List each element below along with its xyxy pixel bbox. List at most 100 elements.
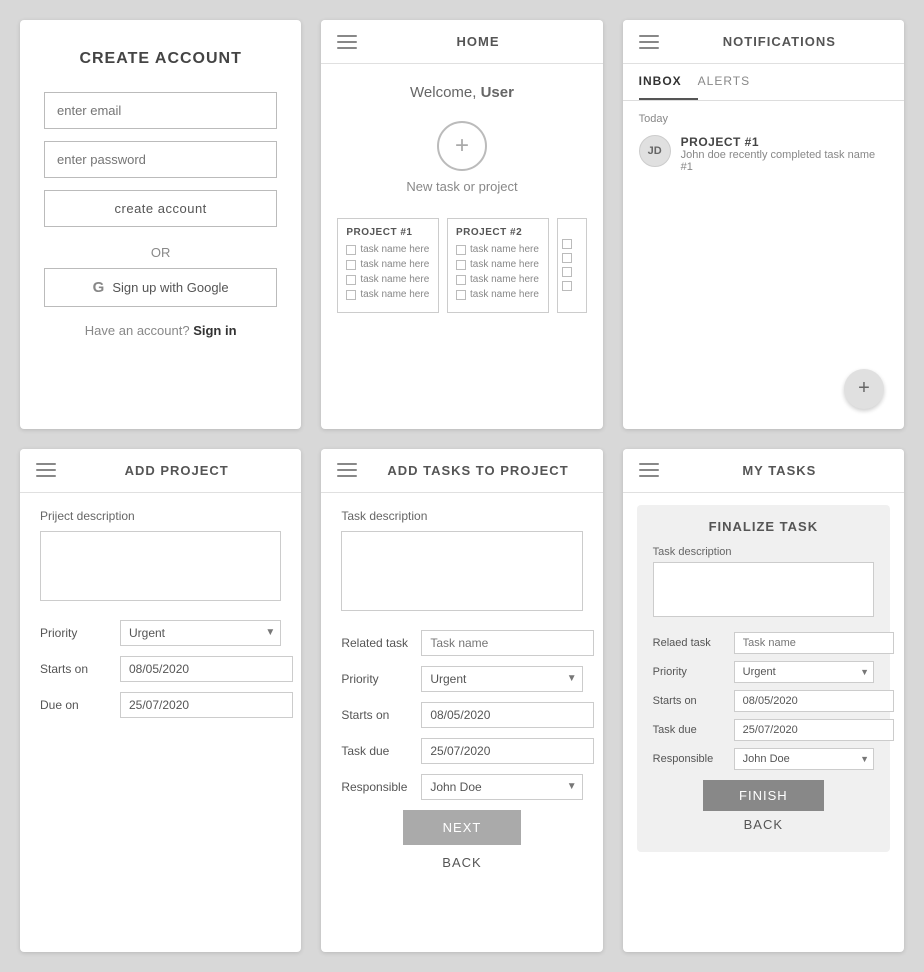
notification-title: PROJECT #1: [681, 135, 888, 149]
project-description-textarea[interactable]: [40, 531, 281, 601]
create-account-screen: CREATE ACCOUNT create account OR G Sign …: [20, 20, 301, 429]
priority-select[interactable]: Urgent High Normal Low: [120, 620, 281, 646]
email-input[interactable]: [44, 92, 277, 129]
responsible-select-wrapper: John Doe Jane Doe ▼: [734, 748, 874, 770]
notification-body: Today JD PROJECT #1 John doe recently co…: [623, 113, 904, 173]
responsible-select-wrapper: John Doe Jane Doe ▼: [421, 774, 582, 800]
home-title: HOME: [369, 34, 586, 49]
task-item: task name here: [346, 244, 430, 255]
priority-select-wrapper: Urgent High Normal ▼: [734, 661, 874, 683]
google-icon: G: [93, 279, 105, 296]
task-due-label: Task due: [653, 724, 728, 736]
menu-icon[interactable]: [36, 463, 56, 477]
menu-icon[interactable]: [639, 463, 659, 477]
starts-on-label: Starts on: [341, 708, 421, 722]
alerts-tab[interactable]: ALERTS: [698, 64, 766, 100]
task-item: task name here: [456, 274, 540, 285]
responsible-row: Responsible John Doe Jane Doe ▼: [653, 748, 874, 770]
sign-in-link[interactable]: Sign in: [193, 323, 236, 338]
due-on-label: Due on: [40, 698, 120, 712]
task-due-label: Task due: [341, 744, 421, 758]
or-divider: OR: [44, 245, 277, 260]
priority-select[interactable]: Urgent High Normal: [421, 666, 582, 692]
task-item: task name here: [456, 259, 540, 270]
add-project-header: ADD PROJECT: [20, 449, 301, 493]
have-account-text: Have an account?: [85, 323, 190, 338]
home-screen: HOME Welcome, User + New task or project…: [321, 20, 602, 429]
finalize-card: FINALIZE TASK Task description Relaed ta…: [637, 505, 890, 852]
google-signup-button[interactable]: G Sign up with Google: [44, 268, 277, 307]
priority-row: Priority Urgent High Normal ▼: [341, 666, 582, 692]
task-item: task name here: [456, 244, 540, 255]
responsible-select[interactable]: John Doe Jane Doe: [421, 774, 582, 800]
related-task-row: Related task: [341, 630, 582, 656]
google-button-label: Sign up with Google: [112, 280, 228, 295]
float-add-button[interactable]: +: [844, 369, 884, 409]
responsible-select[interactable]: John Doe Jane Doe: [734, 748, 874, 770]
related-task-input[interactable]: [734, 632, 894, 654]
back-button[interactable]: BACK: [442, 855, 481, 870]
starts-on-label: Starts on: [40, 662, 120, 676]
task-description-textarea[interactable]: [341, 531, 582, 611]
notifications-header: NOTIFICATIONS: [623, 20, 904, 64]
notification-tabs: INBOX ALERTS: [623, 64, 904, 101]
priority-label: Priority: [653, 666, 728, 678]
starts-on-row: Starts on: [40, 656, 281, 682]
menu-icon[interactable]: [337, 35, 357, 49]
notification-content: PROJECT #1 John doe recently completed t…: [681, 135, 888, 173]
related-task-row: Relaed task: [653, 632, 874, 654]
priority-label: Priority: [341, 672, 421, 686]
add-tasks-form: Task description Related task Priority U…: [321, 493, 602, 892]
task-due-input[interactable]: [421, 738, 594, 764]
new-task-area: + New task or project: [337, 121, 586, 194]
task-item: task name here: [346, 259, 430, 270]
starts-on-input[interactable]: [421, 702, 594, 728]
next-button[interactable]: NEXT: [403, 810, 522, 845]
task-item: task name here: [346, 274, 430, 285]
projects-row: PROJECT #1 task name here task name here…: [337, 218, 586, 323]
notification-date: Today: [639, 113, 888, 125]
starts-on-input[interactable]: [120, 656, 293, 682]
add-task-button[interactable]: +: [437, 121, 487, 171]
my-tasks-header: MY TASKS: [623, 449, 904, 493]
description-label: Priject description: [40, 509, 281, 523]
responsible-label: Responsible: [653, 753, 728, 765]
starts-on-input[interactable]: [734, 690, 894, 712]
priority-select-wrapper: Urgent High Normal Low ▼: [120, 620, 281, 646]
project-card-1: PROJECT #1 task name here task name here…: [337, 218, 439, 313]
project-1-title: PROJECT #1: [346, 227, 430, 238]
finish-button[interactable]: FINISH: [703, 780, 824, 811]
password-input[interactable]: [44, 141, 277, 178]
menu-icon[interactable]: [337, 463, 357, 477]
add-tasks-header: ADD TASKS TO PROJECT: [321, 449, 602, 493]
due-on-input[interactable]: [120, 692, 293, 718]
add-project-screen: ADD PROJECT Priject description Priority…: [20, 449, 301, 953]
related-task-input[interactable]: [421, 630, 594, 656]
task-item: task name here: [346, 289, 430, 300]
priority-select-wrapper: Urgent High Normal ▼: [421, 666, 582, 692]
avatar: JD: [639, 135, 671, 167]
create-account-title: CREATE ACCOUNT: [44, 50, 277, 68]
my-tasks-screen: MY TASKS FINALIZE TASK Task description …: [623, 449, 904, 953]
add-tasks-title: ADD TASKS TO PROJECT: [369, 463, 586, 478]
priority-row: Priority Urgent High Normal ▼: [653, 661, 874, 683]
responsible-label: Responsible: [341, 780, 421, 794]
notification-item: JD PROJECT #1 John doe recently complete…: [639, 135, 888, 173]
welcome-text: Welcome, User: [337, 84, 586, 101]
back-button[interactable]: BACK: [744, 817, 783, 832]
task-due-row: Task due: [653, 719, 874, 741]
finalize-description-textarea[interactable]: [653, 562, 874, 617]
priority-select[interactable]: Urgent High Normal: [734, 661, 874, 683]
task-due-input[interactable]: [734, 719, 894, 741]
inbox-tab[interactable]: INBOX: [639, 64, 698, 100]
my-tasks-title: MY TASKS: [671, 463, 888, 478]
signin-row: Have an account? Sign in: [44, 323, 277, 338]
add-tasks-screen: ADD TASKS TO PROJECT Task description Re…: [321, 449, 602, 953]
menu-icon[interactable]: [639, 35, 659, 49]
responsible-row: Responsible John Doe Jane Doe ▼: [341, 774, 582, 800]
due-on-row: Due on: [40, 692, 281, 718]
project-2-title: PROJECT #2: [456, 227, 540, 238]
priority-label: Priority: [40, 626, 120, 640]
create-account-button[interactable]: create account: [44, 190, 277, 227]
related-task-label: Relaed task: [653, 637, 728, 649]
